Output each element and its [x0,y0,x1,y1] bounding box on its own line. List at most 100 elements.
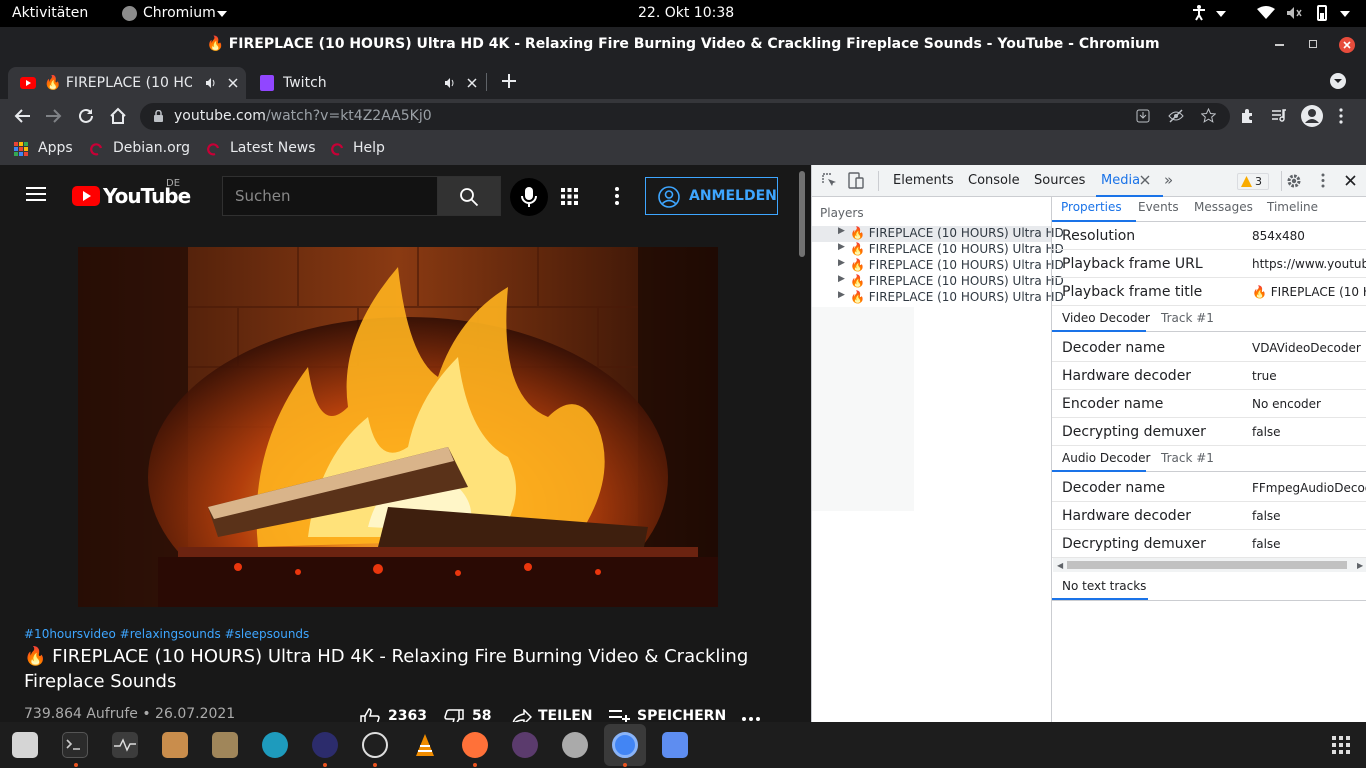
devtools-tab-elements[interactable]: Elements [893,173,954,188]
tab-video-decoder[interactable]: Video Decoder [1062,311,1150,325]
page-scrollbar[interactable] [799,171,805,257]
kaffeine-icon[interactable] [312,732,338,758]
tab-audio-track[interactable]: Track #1 [1161,451,1214,465]
accessibility-icon[interactable] [1192,5,1206,21]
screenshot-icon[interactable] [662,732,688,758]
tab-close-icon[interactable] [227,77,239,89]
warnings-badge[interactable]: 3 [1237,173,1269,190]
playlist-add-icon[interactable] [609,710,631,722]
expand-arrow-icon[interactable]: ▶ [838,290,845,300]
devtools-tab-sources[interactable]: Sources [1034,173,1085,188]
media-controls-icon[interactable] [1271,108,1288,124]
bookmark-help[interactable]: Help [353,140,385,156]
scroll-right-icon[interactable]: ▶ [1357,561,1363,570]
subtab-timeline[interactable]: Timeline [1267,200,1318,214]
player-item[interactable]: 🔥 FIREPLACE (10 HOURS) Ultra HD 4K [850,274,1063,288]
subtab-messages[interactable]: Messages [1194,200,1253,214]
horizontal-scrollbar[interactable]: ◀ ▶ [1053,558,1366,572]
player-item[interactable]: 🔥 FIREPLACE (10 HOURS) Ultra HD 4K [850,290,1063,304]
like-count[interactable]: 2363 [388,708,427,722]
text-tracks-label[interactable]: No text tracks [1062,579,1146,593]
subtab-properties[interactable]: Properties [1061,200,1122,214]
forward-button[interactable] [45,108,63,124]
youtube-logo-icon[interactable] [72,186,100,206]
close-window-button[interactable] [1339,37,1355,53]
tab-search-button[interactable] [1330,73,1346,89]
expand-arrow-icon[interactable]: ▶ [838,258,845,268]
subtab-events[interactable]: Events [1138,200,1179,214]
tab-audio-decoder[interactable]: Audio Decoder [1062,451,1150,465]
media-player-icon[interactable] [512,732,538,758]
tab-twitch[interactable]: Twitch [247,67,485,99]
devtools-tab-console[interactable]: Console [968,173,1020,188]
close-media-tab-icon[interactable] [1140,175,1150,185]
bookmark-star-icon[interactable] [1201,108,1216,123]
tab-audio-icon[interactable] [205,77,217,89]
install-app-icon[interactable] [1136,109,1150,123]
close-devtools-icon[interactable] [1345,175,1356,186]
more-tabs-chevron-icon[interactable]: » [1164,171,1173,189]
maximize-icon[interactable] [1309,40,1317,48]
address-bar[interactable]: youtube.com/watch?v=kt4Z2AA5Kj0 [140,103,1230,130]
scrollbar-thumb[interactable] [1067,561,1347,569]
tab-video-track[interactable]: Track #1 [1161,311,1214,325]
voice-search-button[interactable] [510,178,548,216]
menu-kebab-icon[interactable] [1339,108,1343,124]
apps-grid-icon[interactable] [561,188,578,205]
device-toolbar-icon[interactable] [848,172,864,189]
sign-in-button[interactable]: ANMELDEN [645,177,778,215]
dislike-count[interactable]: 58 [472,708,491,722]
app-grid-icon[interactable] [1332,736,1350,754]
player-item[interactable]: 🔥 FIREPLACE (10 HOURS) Ultra HD 4K [850,258,1063,272]
tab-youtube[interactable]: 🔥 FIREPLACE (10 HOURS) Ultra HD 4K [8,67,246,99]
minimize-icon[interactable] [1275,44,1284,46]
lock-icon[interactable] [154,110,163,122]
new-tab-button[interactable] [501,73,517,89]
archive-icon[interactable] [162,732,188,758]
obs-icon[interactable] [362,732,388,758]
volume-icon[interactable] [1286,6,1302,20]
terminal-icon[interactable] [62,732,88,758]
inspect-element-icon[interactable] [822,173,837,188]
bookmark-latest-news[interactable]: Latest News [230,140,316,156]
share-icon[interactable] [512,709,532,722]
search-input[interactable]: Suchen [222,176,438,216]
extensions-icon[interactable] [1240,108,1256,124]
tab-close-icon[interactable] [466,77,478,89]
wifi-icon[interactable] [1257,6,1275,20]
settings-kebab-icon[interactable] [615,187,619,205]
back-button[interactable] [13,108,31,124]
scroll-left-icon[interactable]: ◀ [1057,561,1063,570]
url-text[interactable]: youtube.com/watch?v=kt4Z2AA5Kj0 [174,108,432,124]
chromium-icon[interactable] [612,732,638,758]
devtools-tab-media[interactable]: Media [1101,173,1140,188]
home-button[interactable] [109,107,127,125]
settings-gear-icon[interactable] [1286,173,1302,189]
video-player[interactable] [78,247,718,607]
bookmark-debian[interactable]: Debian.org [113,140,190,156]
player-item[interactable]: 🔥 FIREPLACE (10 HOURS) Ultra HD 4K [850,226,1063,240]
clock[interactable]: 22. Okt 10:38 [638,5,734,21]
audio-editor-icon[interactable] [262,732,288,758]
battery-icon[interactable] [1317,5,1327,21]
bookmark-apps[interactable]: Apps [38,140,73,156]
expand-arrow-icon[interactable]: ▶ [838,242,845,252]
file-manager-icon[interactable] [212,732,238,758]
tracking-eye-off-icon[interactable] [1168,109,1184,123]
customize-kebab-icon[interactable] [1321,173,1325,188]
activities-button[interactable]: Aktivitäten [12,5,88,21]
reload-button[interactable] [77,107,95,125]
player-item[interactable]: 🔥 FIREPLACE (10 HOURS) Ultra HD 4K [850,242,1063,256]
expand-arrow-icon[interactable]: ▶ [838,226,845,236]
vlc-icon[interactable] [412,732,438,758]
hamburger-menu-icon[interactable] [26,186,46,202]
more-actions-icon[interactable] [742,717,760,721]
settings-icon[interactable] [562,732,588,758]
profile-avatar-icon[interactable] [1301,105,1323,127]
chevron-down-icon[interactable] [1216,11,1226,17]
search-button[interactable] [437,176,501,216]
save-button[interactable]: SPEICHERN [637,708,726,722]
system-monitor-icon[interactable] [112,732,138,758]
thumbs-down-icon[interactable] [444,709,464,722]
firefox-icon[interactable] [462,732,488,758]
